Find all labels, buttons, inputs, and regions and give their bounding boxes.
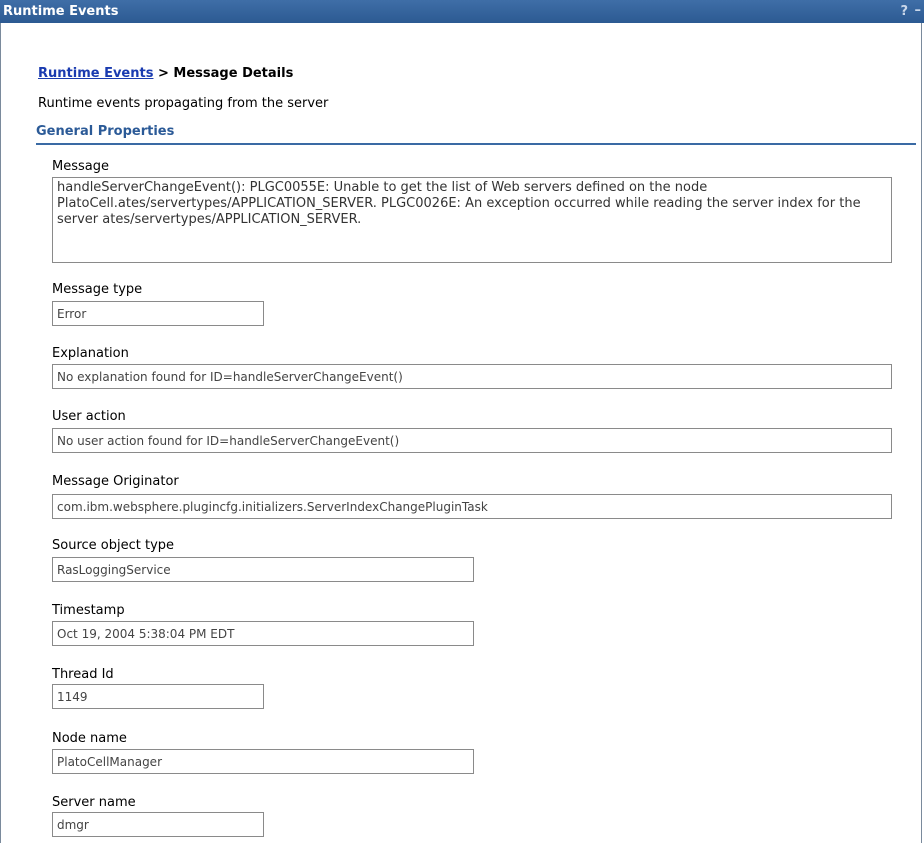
minimize-icon[interactable]: – xyxy=(915,3,922,18)
server-name-label: Server name xyxy=(52,795,136,810)
thread-id-field[interactable]: 1149 xyxy=(52,684,264,709)
originator-field[interactable]: com.ibm.websphere.plugincfg.initializers… xyxy=(52,494,892,519)
breadcrumb: Runtime Events > Message Details xyxy=(38,66,293,81)
portlet-titlebar: Runtime Events ? – xyxy=(0,0,924,23)
originator-label: Message Originator xyxy=(52,474,179,489)
user-action-label: User action xyxy=(52,409,126,424)
breadcrumb-separator: > xyxy=(153,66,174,81)
source-type-field[interactable]: RasLoggingService xyxy=(52,557,474,582)
message-field[interactable]: handleServerChangeEvent(): PLGC0055E: Un… xyxy=(52,177,892,263)
server-name-field[interactable]: dmgr xyxy=(52,812,264,837)
portlet-title: Runtime Events xyxy=(3,4,119,19)
breadcrumb-link-runtime-events[interactable]: Runtime Events xyxy=(38,66,153,81)
message-label: Message xyxy=(52,159,109,174)
page-description: Runtime events propagating from the serv… xyxy=(38,96,329,111)
section-general-properties: General Properties xyxy=(36,124,916,145)
node-name-label: Node name xyxy=(52,731,127,746)
message-type-field[interactable]: Error xyxy=(52,301,264,326)
source-type-label: Source object type xyxy=(52,538,175,553)
help-icon[interactable]: ? xyxy=(900,4,908,19)
timestamp-label: Timestamp xyxy=(52,603,125,618)
explanation-label: Explanation xyxy=(52,346,129,361)
timestamp-field[interactable]: Oct 19, 2004 5:38:04 PM EDT xyxy=(52,621,474,646)
node-name-field[interactable]: PlatoCellManager xyxy=(52,749,474,774)
explanation-field[interactable]: No explanation found for ID=handleServer… xyxy=(52,364,892,389)
breadcrumb-current: Message Details xyxy=(173,66,294,81)
thread-id-label: Thread Id xyxy=(52,667,114,682)
user-action-field[interactable]: No user action found for ID=handleServer… xyxy=(52,428,892,453)
message-type-label: Message type xyxy=(52,282,143,297)
